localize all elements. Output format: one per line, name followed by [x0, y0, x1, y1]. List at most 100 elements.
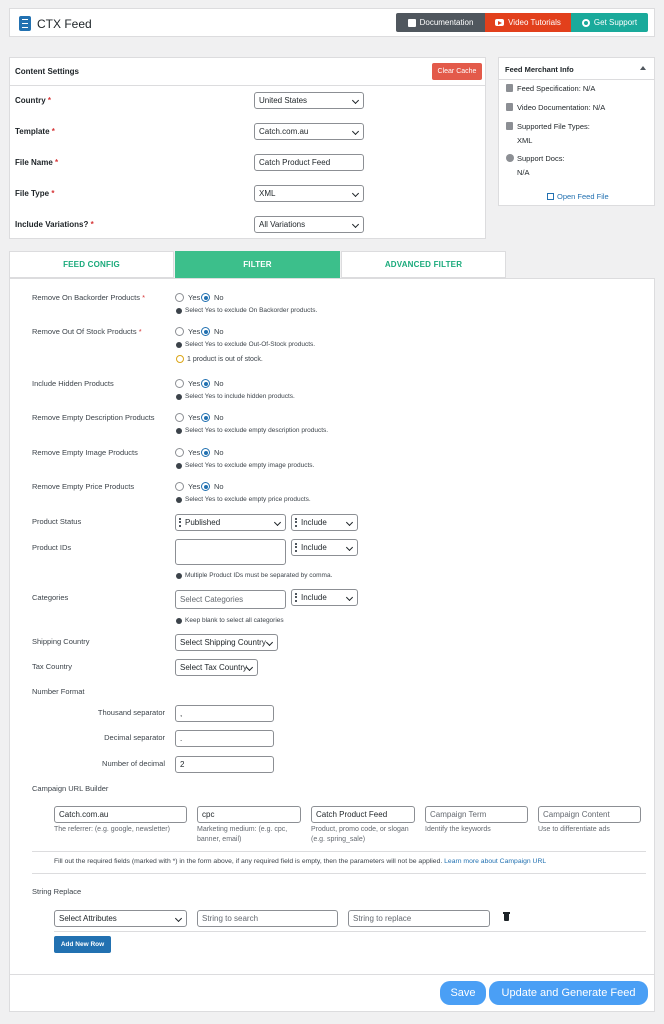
- campaign-term-input[interactable]: Campaign Term: [425, 806, 528, 823]
- backorder-yes-radio[interactable]: [175, 293, 184, 302]
- campaign-divider: [32, 851, 646, 852]
- shipping-country-label: Shipping Country: [32, 637, 90, 646]
- campaign-divider-bottom: [32, 873, 646, 874]
- empty-description-label: Remove Empty Description Products: [32, 413, 155, 422]
- product-ids-hint: Multiple Product IDs must be separated b…: [176, 572, 332, 579]
- content-settings-header: Content Settings Clear Cache: [10, 58, 485, 86]
- decimal-separator-input[interactable]: .: [175, 730, 274, 747]
- out-of-stock-label: Remove Out Of Stock Products *: [32, 327, 142, 336]
- drag-handle-icon[interactable]: [295, 518, 297, 527]
- merchant-info-header[interactable]: Feed Merchant Info: [499, 58, 654, 80]
- product-status-label: Product Status: [32, 517, 82, 526]
- empty-image-yes-radio[interactable]: [175, 448, 184, 457]
- number-format-label: Number Format: [32, 687, 85, 696]
- empty-price-yes-radio[interactable]: [175, 482, 184, 491]
- video-icon: [506, 103, 513, 111]
- empty-image-label: Remove Empty Image Products: [32, 448, 138, 457]
- empty-desc-yes-radio[interactable]: [175, 413, 184, 422]
- backorder-yes-label: Yes: [188, 293, 201, 302]
- file-type-select[interactable]: XML: [254, 185, 364, 202]
- merchant-info-title: Feed Merchant Info: [505, 65, 574, 74]
- categories-mode-select[interactable]: Include: [291, 589, 358, 606]
- info-icon: [176, 393, 182, 400]
- country-label: Country *: [15, 96, 52, 105]
- tab-advanced-filter[interactable]: ADVANCED FILTER: [341, 251, 506, 278]
- product-status-select[interactable]: Published: [175, 514, 286, 531]
- empty-image-hint: Select Yes to exclude empty image produc…: [176, 462, 314, 469]
- video-tutorials-button[interactable]: Video Tutorials: [485, 13, 571, 32]
- warning-icon: [176, 355, 184, 363]
- hidden-no-radio[interactable]: [201, 379, 210, 388]
- ctx-feed-logo-icon: [19, 16, 31, 31]
- product-ids-textarea[interactable]: [175, 539, 286, 565]
- file-type-label: File Type *: [15, 189, 55, 198]
- open-feed-file-link[interactable]: Open Feed File: [547, 192, 609, 201]
- tax-country-label: Tax Country: [32, 662, 73, 671]
- empty-price-hint: Select Yes to exclude empty price produc…: [176, 496, 311, 503]
- campaign-medium-input[interactable]: cpc: [197, 806, 301, 823]
- feed-merchant-info-panel: Feed Merchant Info Feed Specification: N…: [498, 57, 655, 206]
- tab-filter[interactable]: FILTER: [175, 251, 340, 278]
- documentation-label: Documentation: [419, 18, 474, 27]
- empty-price-label: Remove Empty Price Products: [32, 482, 135, 491]
- string-replace-divider: [54, 931, 646, 932]
- file-name-label: File Name *: [15, 158, 59, 167]
- lifebuoy-icon: [581, 18, 590, 27]
- number-of-decimal-label: Number of decimal: [102, 759, 165, 768]
- empty-image-yes-label: Yes: [188, 448, 201, 457]
- hidden-hint: Select Yes to include hidden products.: [176, 393, 295, 400]
- categories-hint: Keep blank to select all categories: [176, 617, 284, 624]
- drag-handle-icon[interactable]: [295, 543, 297, 552]
- string-to-replace-input[interactable]: String to replace: [348, 910, 490, 927]
- campaign-name-input[interactable]: Catch Product Feed: [311, 806, 415, 823]
- categories-input[interactable]: Select Categories: [175, 590, 286, 609]
- info-icon: [176, 462, 182, 469]
- shipping-country-select[interactable]: Select Shipping Country: [175, 634, 278, 651]
- campaign-content-input[interactable]: Campaign Content: [538, 806, 641, 823]
- backorder-label: Remove On Backorder Products *: [32, 293, 145, 302]
- empty-image-no-radio[interactable]: [201, 448, 210, 457]
- feed-specification: Feed Specification: N/A: [517, 84, 596, 93]
- empty-desc-no-radio[interactable]: [201, 413, 210, 422]
- product-ids-mode-select[interactable]: Include: [291, 539, 358, 556]
- include-variations-select[interactable]: All Variations: [254, 216, 364, 233]
- drag-handle-icon[interactable]: [179, 518, 181, 527]
- help-icon: [506, 154, 514, 162]
- thousand-separator-input[interactable]: ,: [175, 705, 274, 722]
- info-icon: [176, 617, 182, 624]
- hidden-yes-radio[interactable]: [175, 379, 184, 388]
- campaign-term-caption: Identify the keywords: [425, 826, 491, 833]
- out-of-stock-no-radio[interactable]: [201, 327, 210, 336]
- empty-price-no-radio[interactable]: [201, 482, 210, 491]
- clear-cache-button[interactable]: Clear Cache: [432, 63, 482, 80]
- file-name-input[interactable]: Catch Product Feed: [254, 154, 364, 171]
- string-to-search-input[interactable]: String to search: [197, 910, 338, 927]
- update-generate-feed-button[interactable]: Update and Generate Feed: [489, 981, 648, 1005]
- video-documentation: Video Documentation: N/A: [517, 103, 606, 112]
- country-select[interactable]: United States: [254, 92, 364, 109]
- get-support-button[interactable]: Get Support: [571, 13, 648, 32]
- document-icon: [506, 84, 513, 92]
- top-header: CTX Feed Documentation Video Tutorials G…: [9, 8, 655, 37]
- number-of-decimal-input[interactable]: 2: [175, 756, 274, 773]
- save-button[interactable]: Save: [440, 981, 486, 1005]
- campaign-source-input[interactable]: Catch.com.au: [54, 806, 187, 823]
- thousand-separator-label: Thousand separator: [97, 708, 165, 717]
- content-settings-title: Content Settings: [15, 67, 79, 76]
- add-new-row-button[interactable]: Add New Row: [54, 936, 111, 953]
- tab-feed-config[interactable]: FEED CONFIG: [9, 251, 174, 278]
- collapse-caret-icon[interactable]: [640, 66, 646, 70]
- template-select[interactable]: Catch.com.au: [254, 123, 364, 140]
- include-variations-label: Include Variations? *: [15, 220, 94, 229]
- product-status-mode-select[interactable]: Include: [291, 514, 358, 531]
- string-replace-attribute-select[interactable]: Select Attributes: [54, 910, 187, 927]
- learn-more-campaign-link[interactable]: Learn more about Campaign URL: [444, 858, 546, 865]
- tax-country-select[interactable]: Select Tax Country: [175, 659, 258, 676]
- trash-icon[interactable]: [503, 912, 510, 921]
- drag-handle-icon[interactable]: [295, 593, 297, 602]
- backorder-no-radio[interactable]: [201, 293, 210, 302]
- empty-desc-yes-label: Yes: [188, 413, 201, 422]
- empty-price-no-label: No: [214, 482, 224, 491]
- documentation-button[interactable]: Documentation: [396, 13, 485, 32]
- out-of-stock-yes-radio[interactable]: [175, 327, 184, 336]
